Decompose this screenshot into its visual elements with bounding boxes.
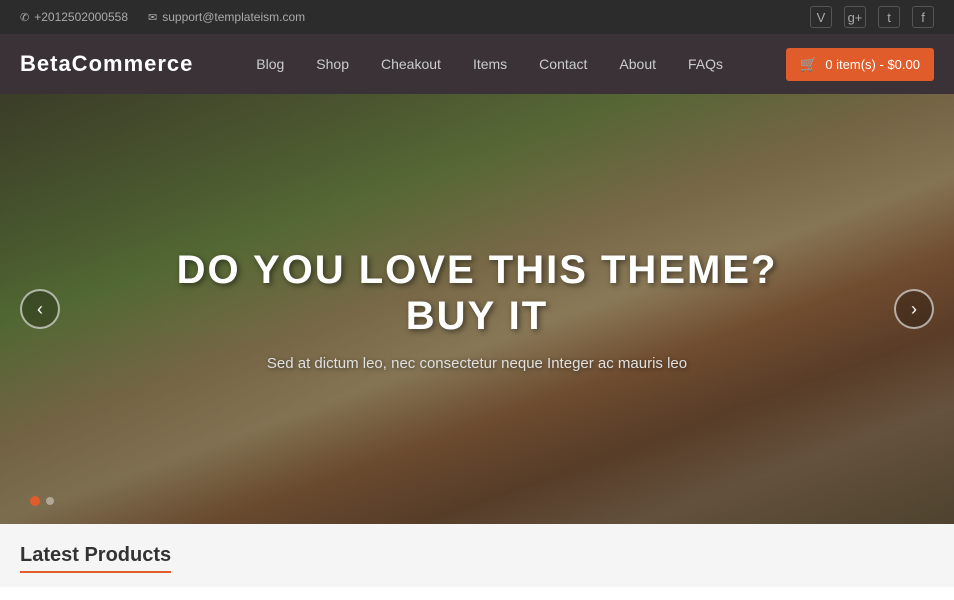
logo[interactable]: BetaCommerce xyxy=(20,51,193,77)
nav-cheakout[interactable]: Cheakout xyxy=(365,36,457,92)
chevron-right-icon: › xyxy=(911,299,917,320)
hero-content: DO YOU LOVE THIS THEME? BUY IT Sed at di… xyxy=(127,247,827,372)
phone-info: ✆ +2012502000558 xyxy=(20,10,128,24)
phone-number: +2012502000558 xyxy=(34,10,128,24)
hero-title: DO YOU LOVE THIS THEME? BUY IT xyxy=(167,247,787,339)
vimeo-icon[interactable]: V xyxy=(810,6,832,28)
social-links: V g+ t f xyxy=(810,6,934,28)
nav-items[interactable]: Items xyxy=(457,36,523,92)
slider-next-button[interactable]: › xyxy=(894,289,934,329)
slider-dot-2[interactable] xyxy=(46,497,54,505)
email-info: ✉ support@templateism.com xyxy=(148,10,305,24)
slider-dots xyxy=(30,496,54,506)
latest-products-title: Latest Products xyxy=(20,544,171,573)
cart-label: 0 item(s) - $0.00 xyxy=(825,57,920,72)
phone-icon: ✆ xyxy=(20,11,29,24)
topbar: ✆ +2012502000558 ✉ support@templateism.c… xyxy=(0,0,954,34)
cart-button[interactable]: 🛒 0 item(s) - $0.00 xyxy=(786,48,934,81)
main-nav: Blog Shop Cheakout Items Contact About F… xyxy=(240,36,739,92)
slider-dot-1[interactable] xyxy=(30,496,40,506)
header: BetaCommerce Blog Shop Cheakout Items Co… xyxy=(0,34,954,94)
below-hero-section: Latest Products xyxy=(0,524,954,587)
cart-icon: 🛒 xyxy=(800,56,817,73)
facebook-icon[interactable]: f xyxy=(912,6,934,28)
nav-shop[interactable]: Shop xyxy=(300,36,365,92)
nav-about[interactable]: About xyxy=(603,36,672,92)
google-plus-icon[interactable]: g+ xyxy=(844,6,866,28)
email-icon: ✉ xyxy=(148,11,157,24)
topbar-contact: ✆ +2012502000558 ✉ support@templateism.c… xyxy=(20,10,305,24)
chevron-left-icon: ‹ xyxy=(37,299,43,320)
nav-faqs[interactable]: FAQs xyxy=(672,36,739,92)
nav-contact[interactable]: Contact xyxy=(523,36,603,92)
hero-subtitle: Sed at dictum leo, nec consectetur neque… xyxy=(167,355,787,372)
nav-blog[interactable]: Blog xyxy=(240,36,300,92)
slider-prev-button[interactable]: ‹ xyxy=(20,289,60,329)
hero-slider: ‹ DO YOU LOVE THIS THEME? BUY IT Sed at … xyxy=(0,94,954,524)
twitter-icon[interactable]: t xyxy=(878,6,900,28)
email-address: support@templateism.com xyxy=(162,10,305,24)
